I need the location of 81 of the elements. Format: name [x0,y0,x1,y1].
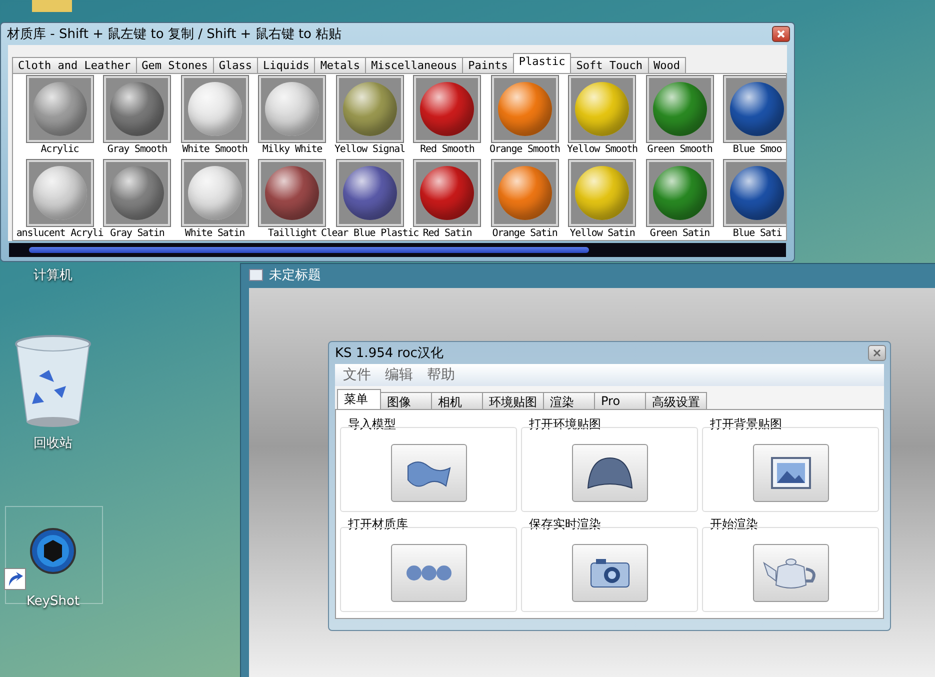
material-thumbnail[interactable] [259,76,326,142]
window-icon [249,269,263,281]
material-thumbnail[interactable] [104,160,170,226]
camera-icon [590,558,630,588]
material-thumbnail[interactable] [569,76,636,142]
material-name: Clear Blue Plastic [320,228,419,240]
menu-item[interactable]: 帮助 [427,366,455,384]
material-name: Red Smooth [420,144,474,156]
close-button[interactable] [868,345,886,361]
category-tab[interactable]: Cloth and Leather [12,57,137,73]
action-button[interactable] [390,444,466,502]
dome-icon [586,456,634,490]
category-tab[interactable]: Liquids [256,57,316,73]
category-tab[interactable]: Soft Touch [570,57,648,73]
material-thumbnail[interactable] [182,160,248,226]
three-balls-icon [404,564,452,582]
close-button[interactable] [772,26,790,42]
material-name: White Satin [184,228,245,240]
horizontal-scrollbar[interactable] [9,243,786,257]
aperture-icon[interactable] [30,528,76,574]
material-thumbnail[interactable] [646,76,713,142]
tab[interactable]: 相机 [431,392,483,409]
close-icon [777,30,785,38]
tab[interactable]: 菜单 [337,389,381,409]
category-tab[interactable]: Gem Stones [136,57,214,73]
material-thumbnail[interactable] [569,160,636,226]
material-thumbnail[interactable] [414,160,480,226]
material-thumbnail[interactable] [724,76,786,142]
material-thumbnail[interactable] [26,76,93,142]
material-thumbnail[interactable] [724,160,786,226]
desktop-icon-label[interactable]: 计算机 [34,266,72,284]
material-thumbnail[interactable] [104,76,170,142]
action-button[interactable] [752,444,828,502]
tab[interactable]: 图像 [380,392,432,409]
tab[interactable]: Pro [594,392,646,409]
material-name: Orange Satin [492,228,558,240]
picture-frame-icon [770,456,810,488]
material-thumbnail[interactable] [414,76,480,142]
tab[interactable]: 环境贴图 [482,392,544,409]
material-name: Acrylic [40,144,79,156]
close-icon [873,349,881,357]
category-tab[interactable]: Metals [314,57,366,73]
material-thumbnail[interactable] [259,160,326,226]
menu-item[interactable]: 编辑 [385,366,413,384]
material-name: Gray Satin [110,228,164,240]
material-name: anslucent Acryli [16,228,104,240]
material-name: White Smooth [182,144,248,156]
material-name: Taillight [268,228,317,240]
material-name: Red Satin [422,228,472,240]
menu-item[interactable]: 文件 [343,366,371,384]
window-title: 材质库 - Shift + 鼠左键 to 复制 / Shift + 鼠右键 to 粘贴 [7,26,342,43]
material-thumbnail[interactable] [646,160,713,226]
material-thumbnail[interactable] [492,76,558,142]
material-name: Orange Smooth [490,144,560,156]
material-name: Blue Sati [732,228,782,240]
category-tab[interactable]: Miscellaneous [365,57,464,73]
material-name: Gray Smooth [107,144,168,156]
window-title: KS 1.954 roc汉化 [335,345,444,362]
action-button[interactable] [572,544,648,602]
material-name: Yellow Smooth [567,144,638,156]
action-button[interactable] [752,544,828,602]
material-name: Blue Smoo [732,144,782,156]
material-thumbnail[interactable] [182,76,248,142]
action-button[interactable] [572,444,648,502]
window-title: 未定标题 [269,267,321,284]
category-tab[interactable]: Glass [212,57,258,73]
material-name: Milky White [262,144,322,156]
category-tab[interactable]: Paints [462,57,514,73]
recycle-bin-icon [14,334,92,430]
material-name: Yellow Signal [334,144,405,156]
material-name: Green Smooth [647,144,712,156]
material-name: Yellow Satin [570,228,635,240]
category-tab[interactable]: Plastic [512,53,572,73]
tab[interactable]: 渲染 [543,392,595,409]
material-thumbnail[interactable] [26,160,93,226]
category-tab[interactable]: Wood [648,57,686,73]
material-thumbnail[interactable] [492,160,558,226]
tab[interactable]: 高级设置 [645,392,707,409]
material-name: Green Satin [650,228,710,240]
material-thumbnail[interactable] [336,160,403,226]
material-thumbnail[interactable] [336,76,403,142]
